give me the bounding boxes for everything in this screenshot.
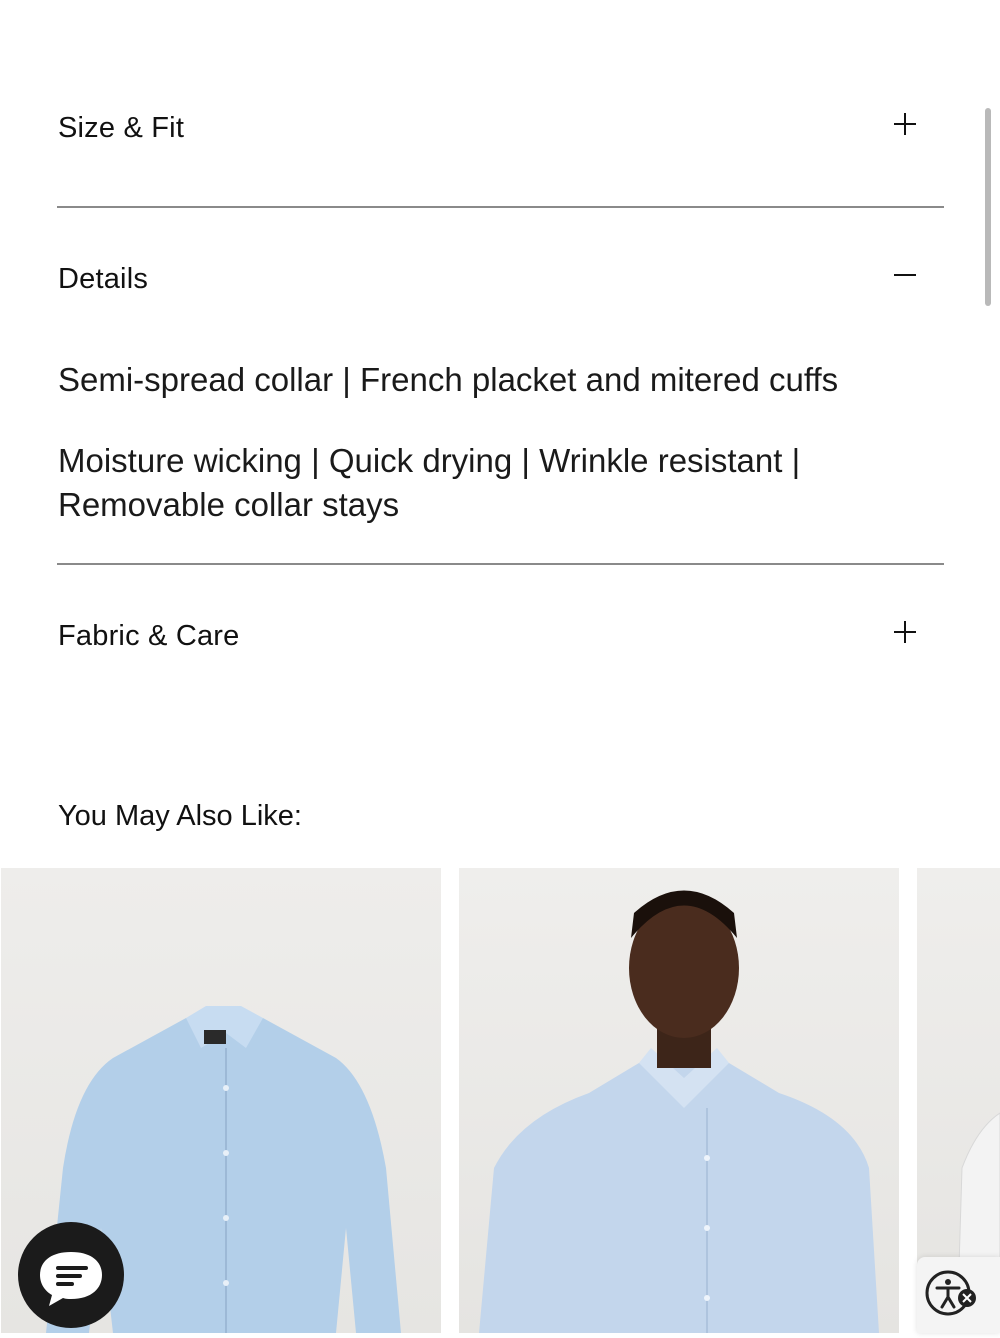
model-shirt-image <box>479 890 879 1333</box>
you-may-also-like-heading: You May Also Like: <box>58 800 302 832</box>
chat-button[interactable] <box>18 1222 124 1328</box>
minus-icon[interactable] <box>885 255 925 295</box>
details-line-features: Moisture wicking | Quick drying | Wrinkl… <box>58 442 801 523</box>
accessibility-button[interactable] <box>917 1257 1000 1333</box>
plus-icon[interactable] <box>885 612 925 652</box>
plus-icon[interactable] <box>885 104 925 144</box>
accessibility-icon <box>925 1270 976 1316</box>
divider <box>57 206 944 208</box>
product-card[interactable] <box>459 868 899 1333</box>
page-scrollbar[interactable] <box>985 108 991 306</box>
fabric-care-heading[interactable]: Fabric & Care <box>58 620 240 653</box>
details-heading[interactable]: Details <box>58 263 148 296</box>
divider <box>57 563 944 565</box>
chat-icon <box>40 1252 102 1306</box>
details-line-collar: Semi-spread collar | French placket and … <box>58 361 839 398</box>
size-fit-heading[interactable]: Size & Fit <box>58 112 184 145</box>
